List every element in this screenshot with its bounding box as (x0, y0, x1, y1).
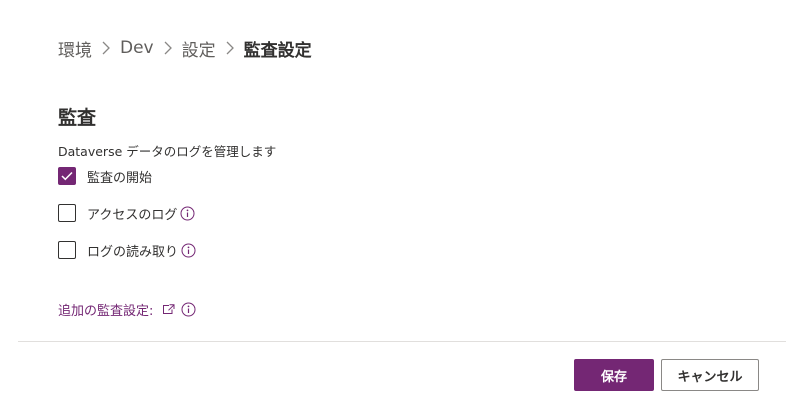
additional-audit-settings-row: 追加の監査設定: (58, 299, 196, 319)
chevron-right-icon (154, 36, 182, 60)
open-in-new-window-icon[interactable] (162, 303, 175, 315)
chevron-right-icon (216, 36, 244, 60)
info-icon[interactable] (180, 206, 195, 221)
footer-divider (18, 341, 786, 342)
checkmark-icon (61, 171, 73, 181)
section-title: 監査 (58, 107, 97, 129)
breadcrumb: 環境 Dev 設定 監査設定 (58, 36, 312, 61)
read-logs-checkbox[interactable] (58, 241, 76, 259)
breadcrumb-item-dev[interactable]: Dev (120, 38, 154, 58)
log-access-checkbox[interactable] (58, 204, 76, 222)
start-auditing-option: 監査の開始 (58, 166, 152, 186)
start-auditing-checkbox[interactable] (58, 167, 76, 185)
chevron-right-icon (92, 36, 120, 60)
section-description: Dataverse データのログを管理します (58, 144, 277, 159)
additional-audit-settings-link[interactable]: 追加の監査設定: (58, 300, 153, 319)
read-logs-option: ログの読み取り (58, 240, 196, 260)
audit-settings-page: 環境 Dev 設定 監査設定 監査 Dataverse データのログを管理します… (0, 0, 798, 405)
start-auditing-label[interactable]: 監査の開始 (87, 167, 152, 186)
info-icon[interactable] (181, 302, 196, 317)
breadcrumb-item-settings[interactable]: 設定 (182, 36, 216, 61)
cancel-button[interactable]: キャンセル (661, 359, 759, 391)
breadcrumb-current-audit-settings: 監査設定 (243, 40, 312, 61)
log-access-option: アクセスのログ (58, 203, 195, 223)
info-icon[interactable] (181, 243, 196, 258)
breadcrumb-item-environments[interactable]: 環境 (58, 36, 92, 61)
log-access-label[interactable]: アクセスのログ (87, 204, 177, 223)
read-logs-label[interactable]: ログの読み取り (87, 241, 178, 260)
save-button[interactable]: 保存 (574, 359, 654, 391)
